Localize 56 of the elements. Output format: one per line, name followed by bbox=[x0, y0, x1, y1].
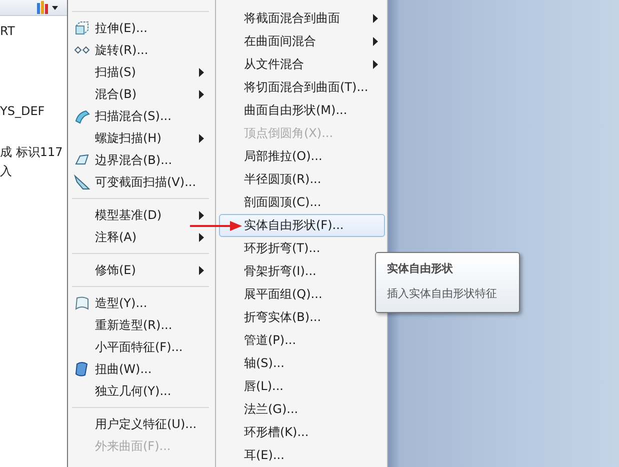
menu-item[interactable]: 从文件混合 bbox=[219, 53, 385, 76]
tree-text: 入 bbox=[0, 163, 12, 180]
menu-item[interactable]: 轴(S)... bbox=[219, 352, 385, 375]
menu-item[interactable]: 修饰(E) bbox=[68, 259, 211, 281]
swept-blend-icon bbox=[74, 108, 90, 124]
menu-item[interactable]: 模型基准(D) bbox=[68, 204, 211, 226]
warp-icon bbox=[74, 361, 90, 377]
menu-item[interactable]: 环形折弯(T)... bbox=[219, 237, 385, 260]
menu-item[interactable]: 在曲面间混合 bbox=[219, 30, 385, 53]
submenu-arrow-icon bbox=[199, 232, 204, 242]
menu-item[interactable]: 实体自由形状(F)... bbox=[219, 214, 385, 237]
menu-item[interactable]: 螺旋扫描(H) bbox=[68, 127, 211, 149]
menu-item[interactable]: 局部推拉(O)... bbox=[219, 145, 385, 168]
menu-item[interactable]: 可变截面扫描(V)... bbox=[68, 171, 211, 193]
submenu-arrow-icon bbox=[199, 266, 204, 274]
menu-item[interactable]: 法兰(G)... bbox=[219, 398, 385, 421]
menu-item[interactable]: 扭曲(W)... bbox=[68, 358, 211, 380]
tooltip-title: 实体自由形状 bbox=[387, 261, 454, 276]
menu-item[interactable]: 耳(E)... bbox=[219, 444, 385, 467]
menu-item[interactable]: 边界混合(B)... bbox=[68, 149, 211, 171]
menu-item[interactable]: 剖面圆顶(C)... bbox=[219, 191, 385, 214]
menu-item[interactable]: 旋转(R)... bbox=[68, 39, 211, 61]
menu-item[interactable]: 管道(P)... bbox=[219, 329, 385, 352]
submenu-arrow-icon bbox=[373, 60, 378, 69]
variable-sweep-icon bbox=[74, 174, 90, 190]
menu-item[interactable]: 扫描(S) bbox=[68, 61, 211, 83]
menu-item[interactable]: 重新造型(R)... bbox=[68, 314, 211, 336]
submenu-arrow-icon bbox=[199, 210, 204, 220]
menu-item[interactable]: 唇(L)... bbox=[219, 375, 385, 398]
menu-item[interactable]: 注释(A) bbox=[68, 226, 211, 248]
tree-text: 成 标识117 bbox=[0, 144, 63, 161]
menu-item[interactable]: 曲面自由形状(M)... bbox=[219, 99, 385, 122]
submenu-arrow-icon bbox=[199, 90, 204, 98]
menu-item[interactable]: 拉伸(E)... bbox=[68, 17, 211, 39]
menu-item[interactable]: 折弯实体(B)... bbox=[219, 306, 385, 329]
tool-icon[interactable] bbox=[35, 1, 61, 14]
menu-item[interactable]: 半径圆顶(R)... bbox=[219, 168, 385, 191]
extrude-icon bbox=[74, 20, 90, 36]
tree-text: YS_DEF bbox=[0, 104, 45, 118]
menu-item[interactable]: 造型(Y)... bbox=[68, 292, 211, 314]
menu-item[interactable]: 用户定义特征(U)... bbox=[68, 413, 211, 435]
style-icon bbox=[74, 295, 90, 311]
submenu-arrow-icon bbox=[373, 37, 378, 46]
menu-item[interactable]: 独立几何(Y)... bbox=[68, 380, 211, 402]
tooltip-description: 插入实体自由形状特征 bbox=[387, 286, 498, 301]
menu-item[interactable]: 将截面混合到曲面 bbox=[219, 7, 385, 30]
menu-item[interactable]: 小平面特征(F)... bbox=[68, 336, 211, 358]
pointer-arrow bbox=[190, 221, 242, 231]
tree-text: RT bbox=[0, 24, 15, 38]
menu-item[interactable]: 将切面混合到曲面(T)... bbox=[219, 76, 385, 99]
menu-item[interactable]: 扫描混合(S)... bbox=[68, 105, 211, 127]
menu-item[interactable]: 环形槽(K)... bbox=[219, 421, 385, 444]
submenu-arrow-icon bbox=[199, 134, 204, 142]
menu-item[interactable]: 混合(B) bbox=[68, 83, 211, 105]
submenu-arrow-icon bbox=[199, 68, 204, 76]
submenu-arrow-icon bbox=[373, 14, 378, 23]
